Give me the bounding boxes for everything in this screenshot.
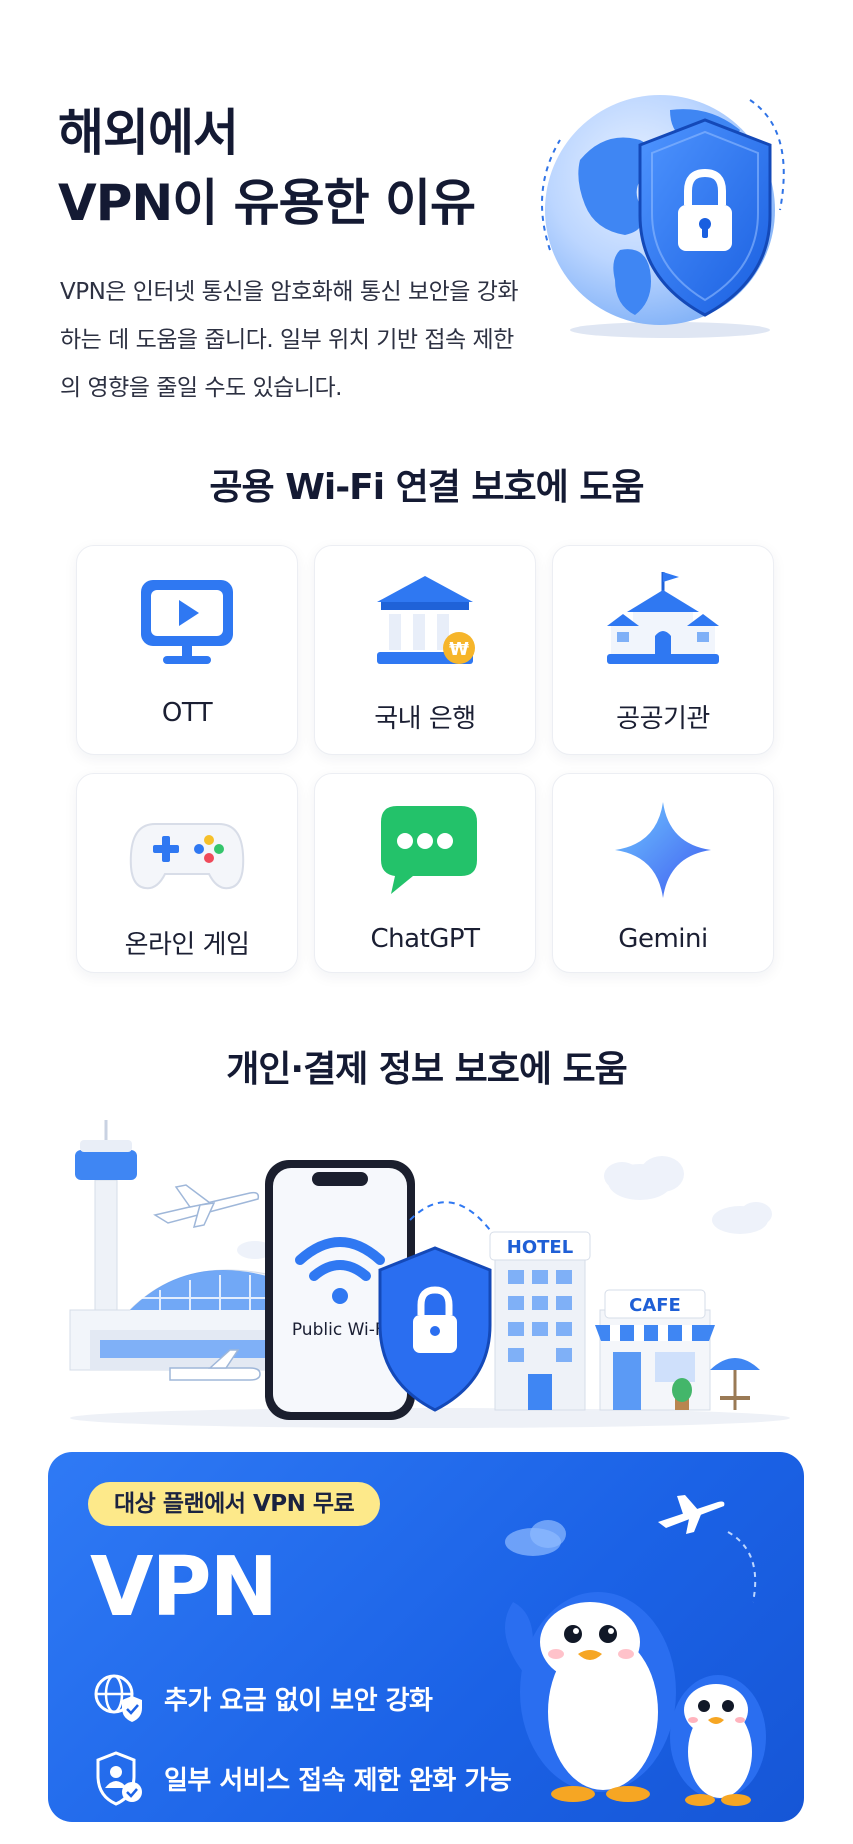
penguin-mascot-icon <box>478 1472 804 1822</box>
service-card-public[interactable]: 공공기관 <box>552 545 774 755</box>
service-label-ott: OTT <box>161 698 213 728</box>
service-label-chatgpt: ChatGPT <box>370 924 480 954</box>
service-label-public: 공공기관 <box>616 704 710 734</box>
hero-section: 해외에서 VPN이 유용한 이유 VPN은 인터넷 통신을 암호화해 통신 보안… <box>0 0 853 420</box>
user-shield-icon <box>90 1750 146 1806</box>
hero-description: VPN은 인터넷 통신을 암호화해 통신 보안을 강화하는 데 도움을 줍니다.… <box>60 279 519 401</box>
hero-title-line1: 해외에서 <box>58 104 239 162</box>
globe-shield-icon <box>90 1670 146 1726</box>
feature-access: 일부 서비스 접속 제한 완화 가능 <box>90 1750 512 1806</box>
public-wifi-label: Public Wi-Fi <box>292 1320 388 1340</box>
cafe-sign: CAFE <box>629 1295 681 1316</box>
hotel-sign: HOTEL <box>507 1237 573 1258</box>
feature-security: 추가 요금 없이 보안 강화 <box>90 1670 433 1726</box>
service-label-game: 온라인 게임 <box>124 930 250 960</box>
svg-text:₩: ₩ <box>449 639 469 660</box>
sparkle-star-icon <box>603 796 723 906</box>
service-card-gemini[interactable]: Gemini <box>552 773 774 973</box>
payment-protection-title: 개인·결제 정보 보호에 도움 <box>226 1049 628 1090</box>
service-card-ott[interactable]: OTT <box>76 545 298 755</box>
promo-title: VPN <box>90 1540 278 1635</box>
vpn-promo-card[interactable]: 대상 플랜에서 VPN 무료 VPN 추가 요금 없이 보안 강화 일부 서비스 <box>48 1452 804 1822</box>
chat-bubble-icon <box>365 796 485 906</box>
feature-access-text: 일부 서비스 접속 제한 완화 가능 <box>164 1765 512 1796</box>
feature-security-text: 추가 요금 없이 보안 강화 <box>164 1685 433 1716</box>
hero-title: 해외에서 VPN이 유용한 이유 <box>58 98 476 238</box>
monitor-play-icon <box>127 568 247 678</box>
service-card-bank[interactable]: ₩ 국내 은행 <box>314 545 536 755</box>
free-vpn-badge: 대상 플랜에서 VPN 무료 <box>88 1482 381 1526</box>
service-label-bank: 국내 은행 <box>374 704 476 734</box>
travel-scene-illustration: Public Wi-Fi HOTEL CAFE <box>50 1120 810 1440</box>
public-building-icon <box>603 568 723 678</box>
hero-title-line2: VPN이 유용한 이유 <box>58 174 476 232</box>
bank-won-icon: ₩ <box>365 568 485 678</box>
service-card-game[interactable]: 온라인 게임 <box>76 773 298 973</box>
service-card-chatgpt[interactable]: ChatGPT <box>314 773 536 973</box>
gamepad-icon <box>127 796 247 906</box>
wifi-protection-title: 공용 Wi-Fi 연결 보호에 도움 <box>209 467 644 508</box>
globe-shield-lock-icon <box>520 80 800 340</box>
service-label-gemini: Gemini <box>618 924 708 954</box>
